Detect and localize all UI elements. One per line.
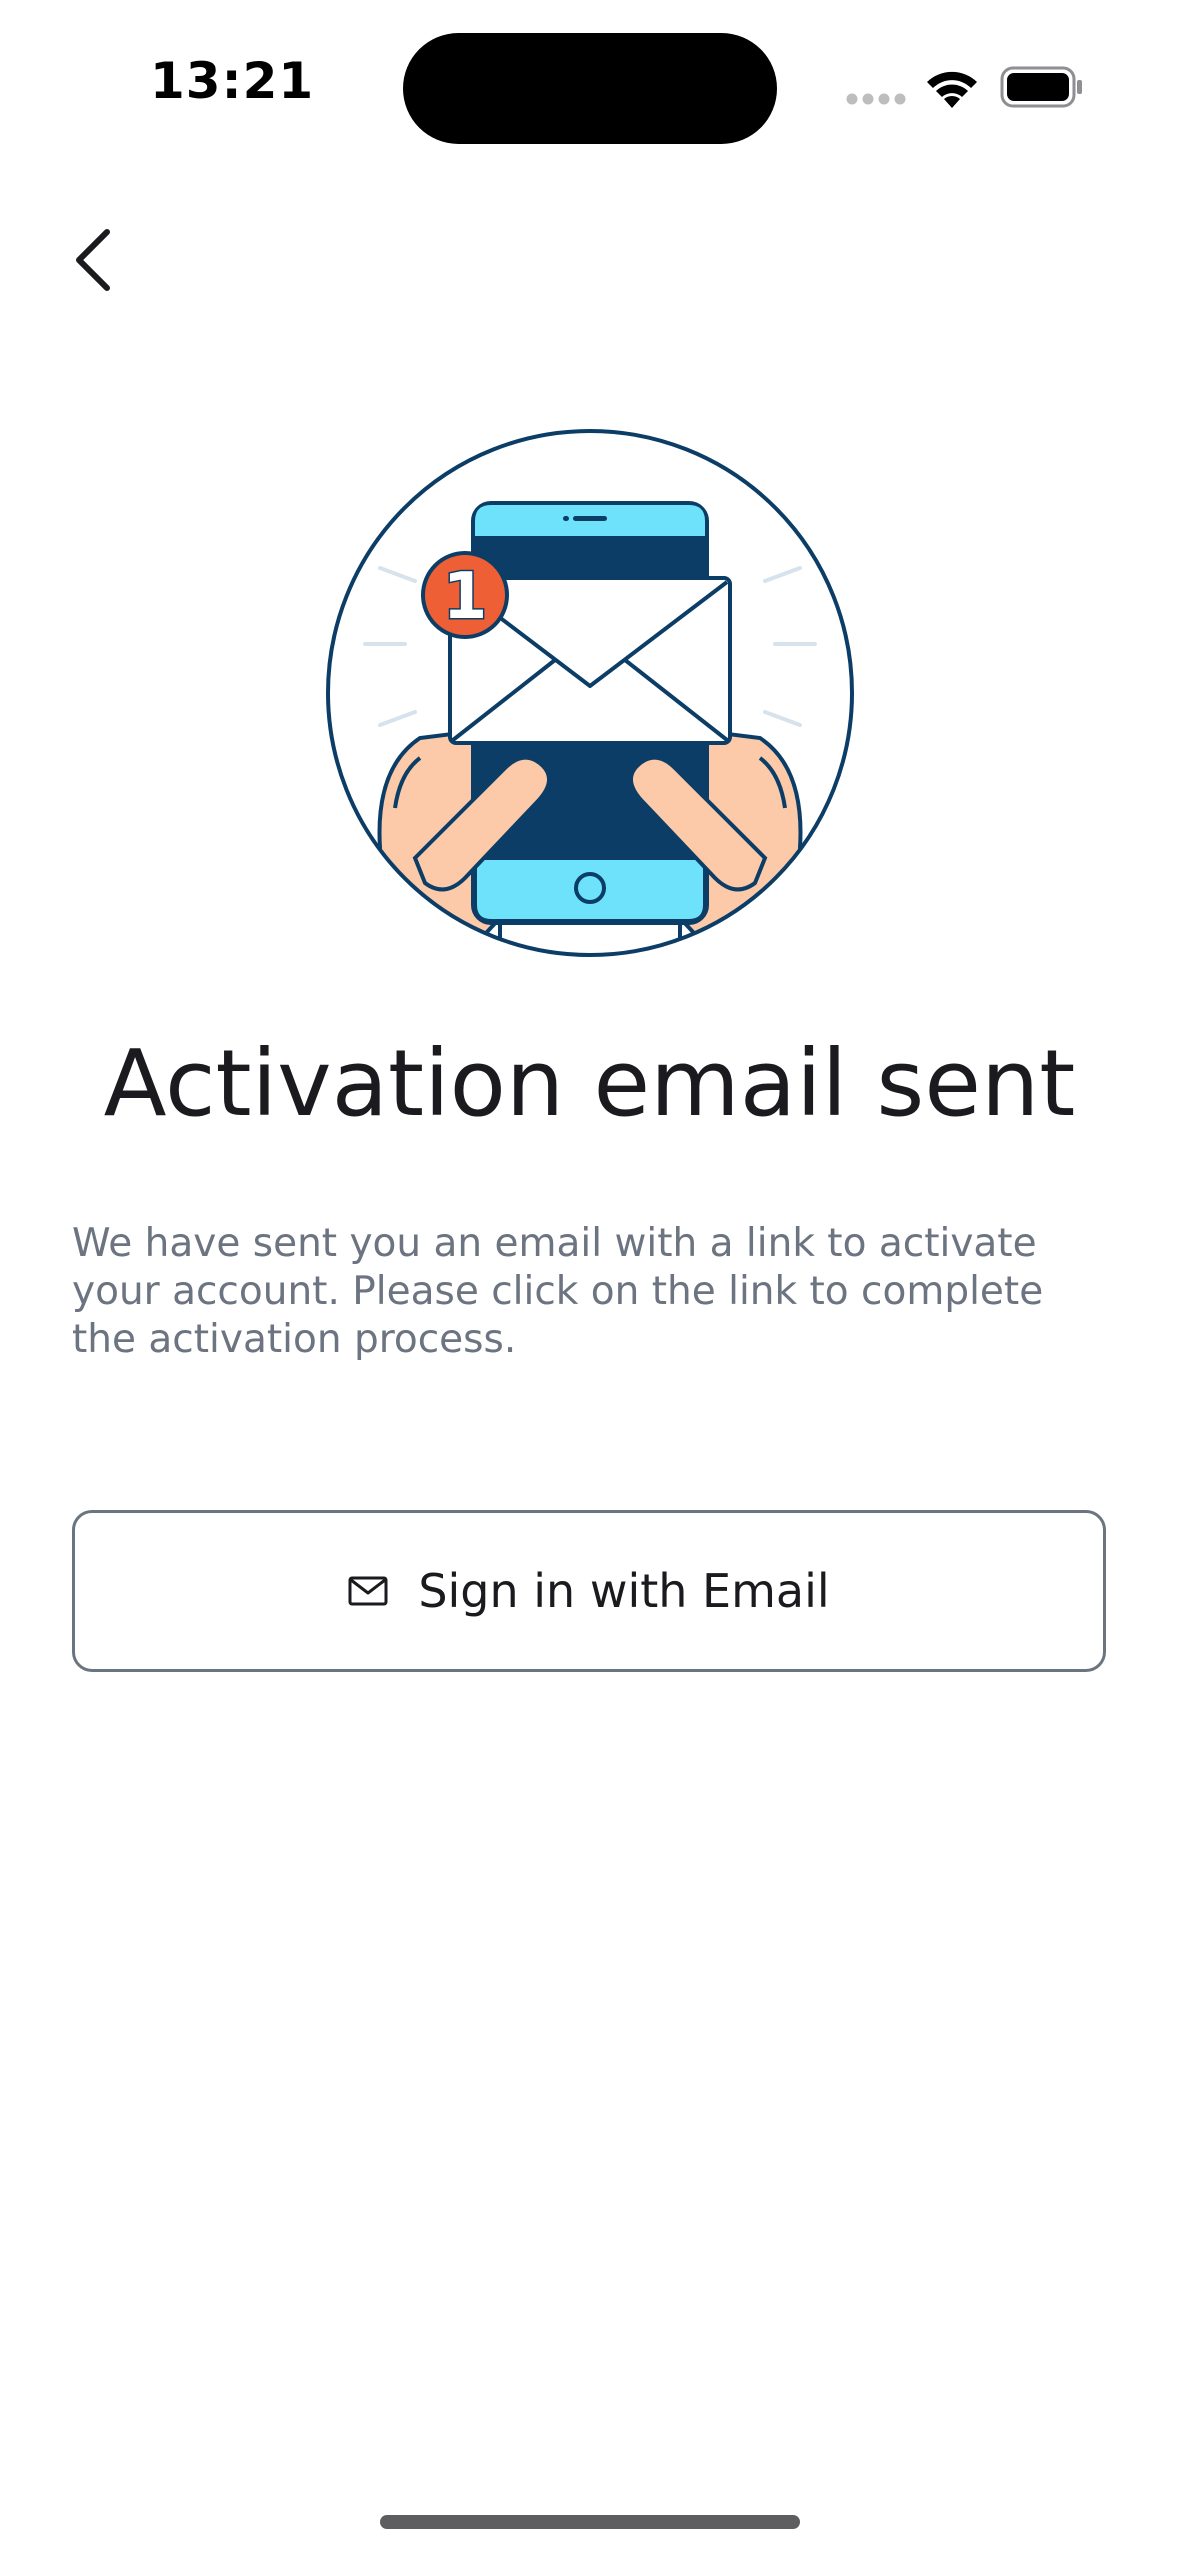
description-text: We have sent you an email with a link to… [72, 1221, 1044, 1362]
home-indicator[interactable] [380, 2515, 800, 2529]
mail-icon [348, 1576, 388, 1606]
sign-in-with-email-button[interactable]: Sign in with Email [72, 1510, 1106, 1672]
cellular-signal-icon [846, 93, 906, 105]
chevron-left-icon [76, 229, 110, 291]
email-sent-illustration: 1 [326, 429, 854, 957]
dynamic-island [403, 33, 777, 144]
back-button[interactable] [48, 210, 138, 310]
battery-icon [1000, 66, 1082, 108]
status-bar: 13:21 [0, 0, 1179, 150]
wifi-icon [927, 71, 977, 108]
status-time: 13:21 [150, 52, 315, 110]
sign-in-with-email-label: Sign in with Email [418, 1564, 830, 1618]
notification-badge-count: 1 [443, 560, 488, 634]
page-title: Activation email sent [103, 1030, 1076, 1137]
